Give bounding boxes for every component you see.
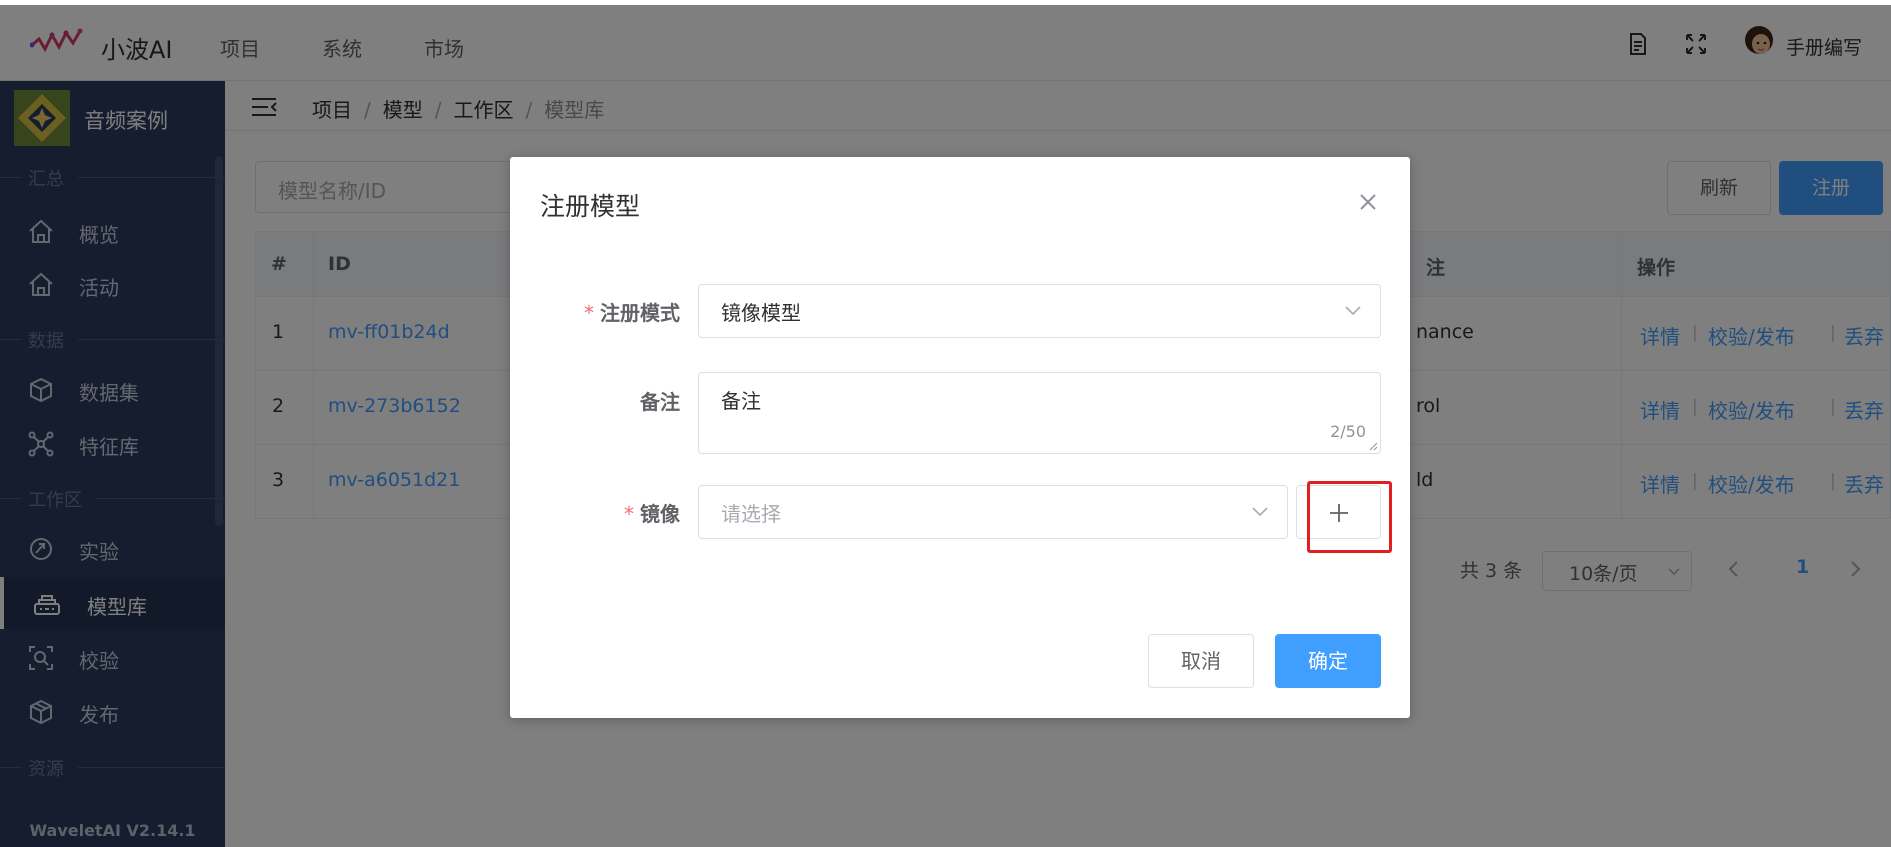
chevron-down-icon bbox=[1345, 306, 1361, 316]
image-select[interactable]: 请选择 bbox=[698, 485, 1288, 539]
note-textarea[interactable]: 备注 2/50 bbox=[698, 372, 1381, 454]
mode-label: * 注册模式 bbox=[584, 301, 680, 325]
register-model-dialog: 注册模型 * 注册模式 镜像模型 备注 备注 2/50 * 镜像 请选择 取消 确定 bbox=[510, 157, 1410, 718]
confirm-button[interactable]: 确定 bbox=[1275, 634, 1381, 688]
window-top-edge bbox=[0, 0, 1891, 5]
note-value: 备注 bbox=[721, 389, 761, 413]
close-icon[interactable] bbox=[1357, 191, 1379, 213]
note-word-count: 2/50 bbox=[1330, 422, 1366, 441]
image-label: * 镜像 bbox=[624, 502, 680, 526]
resize-grip-icon[interactable] bbox=[1368, 441, 1378, 451]
chevron-down-icon bbox=[1252, 507, 1268, 517]
register-mode-select[interactable]: 镜像模型 bbox=[698, 284, 1381, 338]
dialog-title: 注册模型 bbox=[540, 192, 641, 221]
register-mode-value: 镜像模型 bbox=[721, 301, 801, 325]
note-label: 备注 bbox=[640, 390, 680, 414]
highlight-box bbox=[1307, 481, 1392, 553]
image-select-placeholder: 请选择 bbox=[721, 502, 781, 526]
cancel-button[interactable]: 取消 bbox=[1148, 634, 1254, 688]
